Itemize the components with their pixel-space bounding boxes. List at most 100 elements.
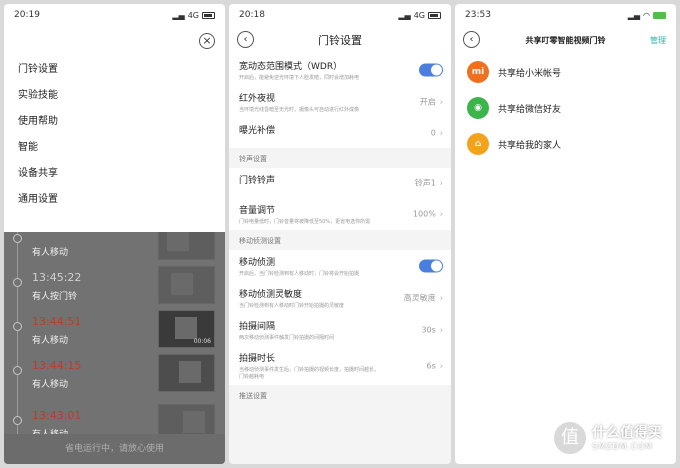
setting-motion-detect[interactable]: 移动侦测 开启后，当门铃检测到有人移动时，门铃将会开始拍摄: [229, 250, 451, 282]
status-time: 20:19: [14, 10, 40, 20]
setting-desc: 门铃电量低时，门铃音量将被降低至50%，更省电选你所需: [239, 219, 371, 225]
home-icon: ⌂: [467, 133, 489, 155]
event-label: 有人移动: [32, 380, 69, 390]
timeline-dot: [13, 234, 22, 243]
wdr-toggle[interactable]: [419, 63, 443, 77]
event-thumbnail[interactable]: [158, 354, 215, 392]
menu-item[interactable]: 设备共享: [4, 161, 225, 187]
back-icon[interactable]: ‹: [463, 31, 480, 48]
menu-item[interactable]: 实验技能: [4, 83, 225, 109]
event-label: 有人移动: [32, 336, 69, 346]
setting-value: 0: [430, 128, 436, 138]
section-header-motion: 移动侦测设置: [229, 230, 451, 250]
event-thumbnail[interactable]: [158, 266, 215, 304]
setting-night-vision[interactable]: 红外夜视 当环境光线昏暗至无光时，摄像头可自动进行红外成像 开启 ›: [229, 86, 451, 118]
setting-value: 高灵敏度: [403, 293, 436, 303]
share-option-label: 共享给微信好友: [498, 104, 562, 115]
status-icons: ▂▄ 4G: [398, 11, 441, 20]
event-time: 13:43:01: [32, 409, 82, 422]
network-label: 4G: [187, 10, 199, 20]
signal-icon: ▂▄: [398, 10, 411, 20]
timeline-event[interactable]: 13:44:51 有人移动 00:06: [4, 310, 225, 358]
thumbnail-content: [175, 317, 197, 339]
status-time: 20:18: [239, 10, 265, 20]
event-timeline: 有人移动 13:45:22 有人按门铃 13:44:51 有人移动 00:06 13:44:…: [4, 222, 225, 464]
event-time: 13:44:15: [32, 359, 82, 372]
power-saving-note: 省电运行中，请放心使用: [4, 434, 225, 464]
setting-title: 门铃铃声: [239, 176, 276, 186]
chevron-right-icon: ›: [439, 361, 443, 370]
smzdm-logo-icon: 值: [552, 420, 588, 456]
chevron-right-icon: ›: [439, 128, 443, 138]
setting-ringtone[interactable]: 门铃铃声 铃声1 ›: [229, 168, 451, 198]
setting-duration[interactable]: 拍摄时长 当移动侦测事件发生后，门铃拍摄的视频长度，拍摄时间越长，门铃越耗电 6…: [229, 346, 451, 385]
menu-item[interactable]: 使用帮助: [4, 109, 225, 135]
setting-desc: 开启后，当门铃检测到有人移动时，门铃将会开始拍摄: [239, 271, 360, 277]
chevron-right-icon: ›: [439, 178, 443, 188]
close-icon[interactable]: ×: [199, 33, 215, 49]
video-duration: 00:06: [193, 338, 211, 345]
setting-title: 拍摄间隔: [239, 322, 276, 332]
event-label: 有人按门铃: [32, 292, 78, 302]
share-option-label: 共享给我的家人: [498, 140, 562, 151]
timeline-dot: [13, 322, 22, 331]
battery-icon: [653, 11, 666, 19]
setting-title: 拍摄时长: [239, 354, 276, 364]
nav-bar: ‹ 门铃设置: [229, 26, 451, 54]
settings-menu: × 门铃设置 实验技能 使用帮助 智能 设备共享 通用设置: [4, 26, 225, 232]
setting-title: 移动侦测: [239, 258, 276, 268]
status-icons: ▂▄ ◠: [628, 11, 666, 20]
section-header-ringtone: 铃声设置: [229, 148, 451, 168]
signal-icon: ▂▄: [627, 10, 641, 20]
setting-value: 开启: [419, 97, 436, 107]
menu-item[interactable]: 门铃设置: [4, 57, 225, 83]
setting-desc: 开启后，能避免逆光环境下人脸发暗，同时会增加耗电: [239, 75, 360, 81]
setting-value: 100%: [412, 209, 436, 219]
status-bar: 20:18 ▂▄ 4G: [229, 4, 451, 26]
chevron-right-icon: ›: [439, 209, 443, 219]
event-time: 13:45:22: [32, 271, 82, 284]
mi-icon: mi: [467, 61, 489, 83]
timeline-event[interactable]: 13:44:15 有人移动: [4, 354, 225, 402]
status-bar: 20:19 ▂▄ 4G: [4, 4, 225, 26]
thumbnail-content: [171, 273, 193, 295]
event-label: 有人移动: [32, 248, 69, 258]
share-option[interactable]: ◉ 共享给微信好友: [455, 90, 676, 126]
section-header-push: 推送设置: [229, 385, 451, 405]
share-option[interactable]: mi 共享给小米帐号: [455, 54, 676, 90]
wechat-icon: ◉: [467, 97, 489, 119]
battery-icon: [428, 11, 441, 19]
watermark-site: SMZDM.COM: [592, 442, 653, 451]
setting-exposure[interactable]: 曝光补偿 0 ›: [229, 118, 451, 148]
share-list: mi 共享给小米帐号 ◉ 共享给微信好友 ⌂ 共享给我的家人: [455, 54, 676, 162]
menu-list: 门铃设置 实验技能 使用帮助 智能 设备共享 通用设置: [4, 57, 225, 213]
page-title: 门铃设置: [318, 34, 362, 47]
status-icons: ▂▄ 4G: [172, 11, 215, 20]
signal-icon: ▂▄: [172, 10, 185, 20]
manage-button[interactable]: 管理: [650, 35, 666, 46]
setting-interval[interactable]: 拍摄间隔 两次移动侦测事件触发门铃拍摄的间隔时间 30s ›: [229, 314, 451, 346]
menu-item[interactable]: 智能: [4, 135, 225, 161]
motion-toggle[interactable]: [419, 259, 443, 273]
page-title: 共享叮零智能视频门铃: [525, 35, 606, 45]
setting-volume[interactable]: 音量调节 门铃电量低时，门铃音量将被降低至50%，更省电选你所需 100% ›: [229, 198, 451, 230]
setting-wdr[interactable]: 宽动态范围模式（WDR） 开启后，能避免逆光环境下人脸发暗，同时会增加耗电: [229, 54, 451, 86]
back-icon[interactable]: ‹: [237, 31, 254, 48]
menu-item[interactable]: 通用设置: [4, 187, 225, 213]
share-option[interactable]: ⌂ 共享给我的家人: [455, 126, 676, 162]
status-time: 23:53: [465, 10, 491, 20]
timeline-dot: [13, 278, 22, 287]
status-bar: 23:53 ▂▄ ◠: [455, 4, 676, 26]
setting-value: 30s: [421, 325, 436, 335]
chevron-right-icon: ›: [439, 325, 443, 335]
network-label: 4G: [413, 10, 425, 20]
event-time: 13:44:51: [32, 315, 82, 328]
setting-title: 红外夜视: [239, 94, 276, 104]
thumbnail-content: [183, 411, 205, 433]
share-option-label: 共享给小米帐号: [498, 68, 562, 79]
timeline-event[interactable]: 13:45:22 有人按门铃: [4, 266, 225, 314]
event-thumbnail[interactable]: 00:06: [158, 310, 215, 348]
phone-screen-1: 20:19 ▂▄ 4G × 门铃设置 实验技能 使用帮助 智能 设备共享 通用设置 有人移…: [4, 4, 225, 464]
watermark: 值 什么值得买 SMZDM.COM: [552, 420, 672, 460]
setting-sensitivity[interactable]: 移动侦测灵敏度 当门铃检测到有人移动时门铃开始拍摄的灵敏度 高灵敏度 ›: [229, 282, 451, 314]
